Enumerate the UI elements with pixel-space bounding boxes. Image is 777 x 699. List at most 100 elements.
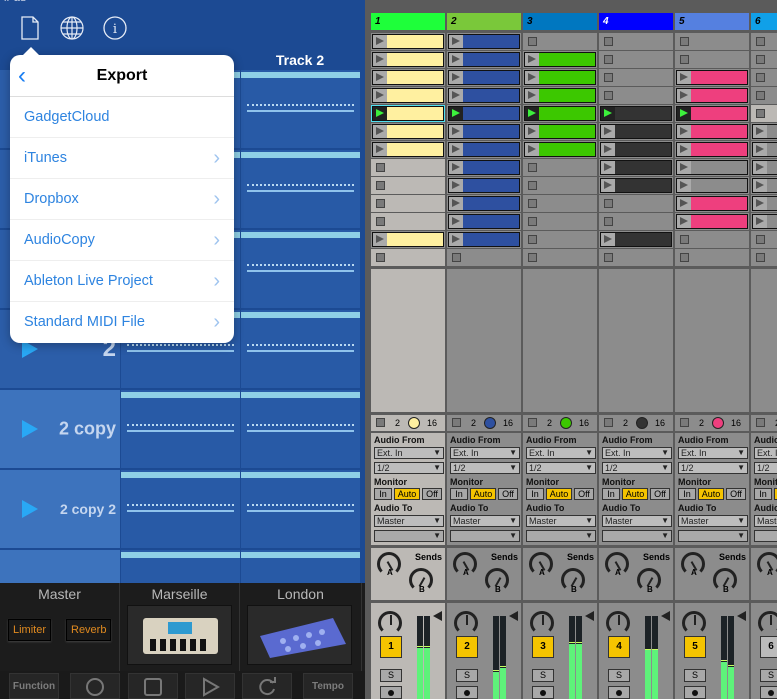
clip-slot[interactable]	[599, 249, 673, 266]
stop-button[interactable]	[376, 181, 385, 190]
clip-launch-button[interactable]	[525, 143, 539, 156]
clip-launch-button[interactable]	[753, 125, 767, 138]
stop-button[interactable]	[604, 37, 613, 46]
info-icon[interactable]: i	[101, 14, 129, 42]
pan-knob[interactable]	[758, 611, 777, 635]
audio-to-channel[interactable]	[526, 530, 596, 542]
channel-select[interactable]: 1/2	[678, 462, 748, 474]
pattern-clip[interactable]	[240, 390, 360, 468]
stop-button[interactable]	[604, 91, 613, 100]
clip-slot[interactable]	[599, 177, 673, 194]
audio-to-channel[interactable]	[754, 530, 777, 542]
audio-from-select[interactable]: Ext. In	[678, 447, 748, 459]
clip-slot[interactable]	[371, 105, 445, 122]
pattern-clip[interactable]	[120, 550, 240, 583]
audio-from-select[interactable]: Ext. In	[450, 447, 520, 459]
stop-button[interactable]	[528, 235, 537, 244]
london-gadget[interactable]: London	[240, 583, 362, 671]
clip[interactable]	[371, 105, 445, 122]
clip-slot[interactable]	[523, 51, 597, 68]
clip-slot[interactable]	[523, 159, 597, 176]
monitor-auto-button[interactable]: Auto	[546, 488, 572, 500]
clip[interactable]	[524, 124, 596, 139]
clip-launch-button[interactable]	[525, 53, 539, 66]
clip-launch-button[interactable]	[677, 197, 691, 210]
audio-to-select[interactable]: Master	[526, 515, 596, 527]
pan-knob[interactable]	[682, 611, 706, 635]
clip[interactable]	[752, 142, 777, 157]
scene-launch[interactable]	[0, 550, 120, 583]
clip-slot[interactable]	[675, 123, 749, 140]
monitor-auto-button[interactable]: Auto	[622, 488, 648, 500]
stop-button[interactable]	[452, 253, 461, 262]
clip-launch-button[interactable]	[601, 143, 615, 156]
clip-launch-button[interactable]	[601, 125, 615, 138]
audio-from-select[interactable]: Ext. In	[754, 447, 777, 459]
clip[interactable]	[372, 52, 444, 67]
clip-slot[interactable]	[751, 123, 777, 140]
clip[interactable]	[448, 142, 520, 157]
stop-button[interactable]	[756, 253, 765, 262]
clip-slot[interactable]	[447, 33, 521, 50]
clip-slot[interactable]	[447, 177, 521, 194]
reverb-button[interactable]: Reverb	[66, 619, 112, 641]
export-option[interactable]: Standard MIDI File ›	[10, 302, 234, 343]
clip-launch-button[interactable]	[753, 179, 767, 192]
channel-select[interactable]: 1/2	[374, 462, 444, 474]
track-header[interactable]: 1	[371, 13, 445, 30]
track-activator-button[interactable]: 4	[608, 636, 630, 658]
stop-button[interactable]	[756, 37, 765, 46]
clip-slot[interactable]	[751, 87, 777, 104]
clip-slot[interactable]	[447, 195, 521, 212]
clip-slot[interactable]	[447, 87, 521, 104]
clip-launch-button[interactable]	[525, 125, 539, 138]
monitor-in-button[interactable]: In	[374, 488, 392, 500]
clip-slot[interactable]	[751, 51, 777, 68]
clip-slot[interactable]	[751, 69, 777, 86]
clip-slot[interactable]	[447, 249, 521, 266]
document-icon[interactable]	[16, 14, 44, 42]
clip-slot[interactable]	[599, 51, 673, 68]
clip-slot[interactable]	[599, 231, 673, 248]
clip-slot[interactable]	[447, 231, 521, 248]
solo-button[interactable]: S	[456, 669, 478, 682]
clip-slot[interactable]	[675, 33, 749, 50]
solo-button[interactable]: S	[608, 669, 630, 682]
globe-icon[interactable]	[58, 14, 86, 42]
clip-launch-button[interactable]	[373, 125, 387, 138]
audio-to-channel[interactable]	[602, 530, 672, 542]
clip-slot[interactable]	[599, 69, 673, 86]
clip[interactable]	[448, 52, 520, 67]
stop-button[interactable]	[680, 37, 689, 46]
stop-all-button[interactable]	[452, 418, 461, 427]
clip[interactable]	[524, 106, 596, 121]
clip[interactable]	[676, 88, 748, 103]
clip-launch-button[interactable]	[373, 71, 387, 84]
stop-button[interactable]	[756, 109, 765, 118]
clip-launch-button[interactable]	[677, 215, 691, 228]
monitor-auto-button[interactable]: Auto	[698, 488, 724, 500]
clip-slot[interactable]	[751, 249, 777, 266]
track-activator-button[interactable]: 6	[760, 636, 777, 658]
volume-fader-icon[interactable]	[433, 611, 442, 621]
clip[interactable]	[372, 88, 444, 103]
clip-slot[interactable]	[371, 177, 445, 194]
clip-slot[interactable]	[523, 195, 597, 212]
arm-button[interactable]	[380, 686, 402, 699]
channel-select[interactable]: 1/2	[602, 462, 672, 474]
clip-slot[interactable]	[751, 195, 777, 212]
clip-slot[interactable]	[675, 105, 749, 122]
tempo-button[interactable]: Tempo	[303, 673, 353, 699]
export-option[interactable]: iTunes ›	[10, 138, 234, 179]
clip[interactable]	[448, 196, 520, 211]
clip-slot[interactable]	[675, 159, 749, 176]
audio-to-channel[interactable]	[374, 530, 444, 542]
scene-launch[interactable]: 2 copy 2	[0, 470, 120, 548]
track-activator-button[interactable]: 2	[456, 636, 478, 658]
clip-slot[interactable]	[523, 249, 597, 266]
clip-launch-button[interactable]	[449, 53, 463, 66]
clip-slot[interactable]	[447, 51, 521, 68]
clip-slot[interactable]	[675, 177, 749, 194]
clip-slot[interactable]	[599, 33, 673, 50]
track-header[interactable]: 4	[599, 13, 673, 30]
